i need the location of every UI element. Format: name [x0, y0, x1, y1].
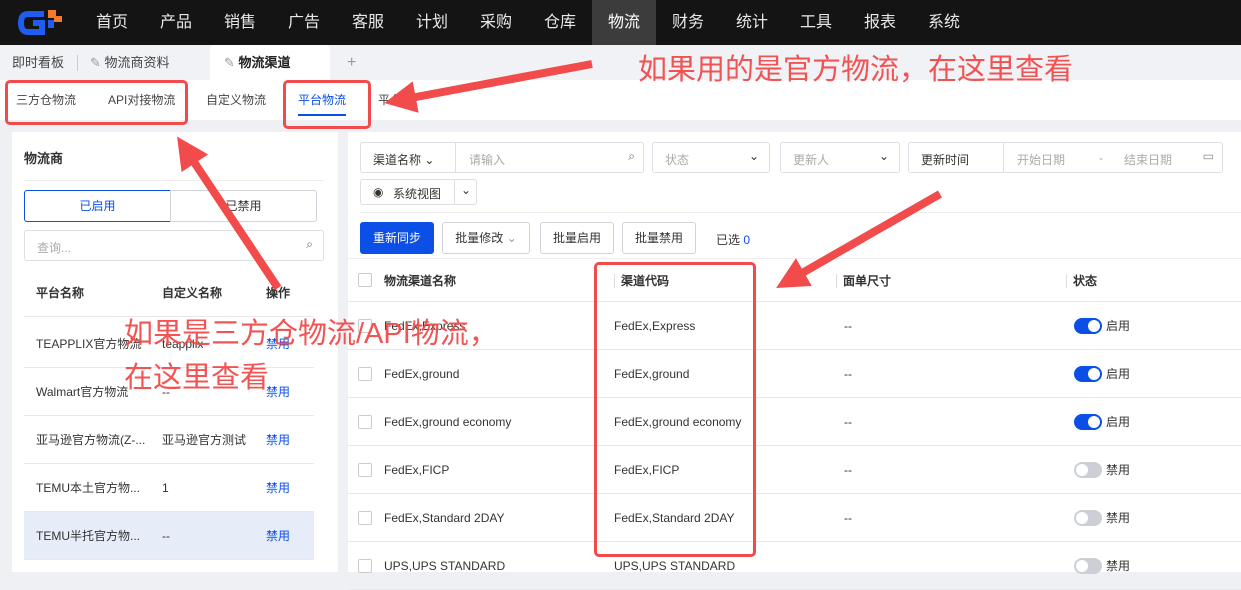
- annotation-text-third-party: 如果是三方仓物流/API物流，: [124, 318, 498, 350]
- arrow-to-third-party-tabs: [177, 136, 282, 291]
- annotation-text-third-party-2: 在这里查看: [124, 362, 270, 394]
- arrow-to-platform-tab: [384, 60, 593, 113]
- annotation-text-official: 如果用的是官方物流，在这里查看: [638, 54, 1074, 86]
- arrow-to-channel-code: [776, 190, 942, 288]
